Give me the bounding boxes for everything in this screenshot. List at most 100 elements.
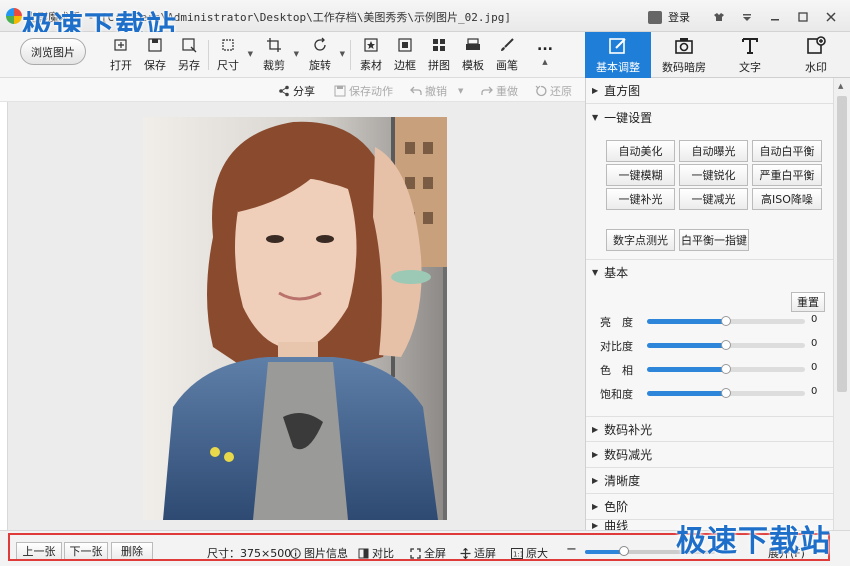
section-title: 色阶 <box>604 500 629 514</box>
slider-track[interactable] <box>647 316 805 326</box>
save-action-icon <box>334 85 346 97</box>
material-icon <box>364 38 378 52</box>
section-basic[interactable]: ▼ 基本 <box>586 259 833 285</box>
auto-exposure-button[interactable]: 自动曝光 <box>679 140 748 162</box>
close-icon[interactable] <box>820 8 842 26</box>
saturation-slider[interactable]: 饱和度 0 <box>600 386 820 401</box>
user-icon <box>648 10 662 24</box>
slider-track[interactable] <box>647 388 805 398</box>
browse-images-button[interactable]: 浏览图片 <box>20 38 86 65</box>
one-click-blur-button[interactable]: 一键模糊 <box>606 164 675 186</box>
chevron-down-icon[interactable]: ▼ <box>248 50 253 58</box>
slider-value: 0 <box>811 362 818 373</box>
tab-label: 基本调整 <box>596 60 640 74</box>
rotate-icon <box>314 37 326 51</box>
chevron-down-icon[interactable]: ▼ <box>294 50 299 58</box>
white-balance-picker-button[interactable]: 白平衡一指键 <box>679 229 749 251</box>
maximize-icon[interactable] <box>792 8 814 26</box>
open-button[interactable]: 打开 <box>104 36 138 74</box>
rotate-label: 旋转 <box>309 59 331 72</box>
scroll-up-icon[interactable]: ▲ <box>838 82 843 90</box>
rotate-button[interactable]: 旋转 ▼ <box>303 36 345 74</box>
material-button[interactable]: 素材 <box>354 36 388 74</box>
login-button[interactable]: 登录 <box>648 9 690 25</box>
restore-button[interactable]: 还原 <box>535 83 572 99</box>
slider-handle[interactable] <box>721 388 731 398</box>
save-icon <box>148 38 162 52</box>
save-action-button[interactable]: 保存动作 <box>334 83 393 99</box>
slider-label: 对比度 <box>600 340 633 353</box>
section-histogram[interactable]: ▶ 直方图 <box>586 78 833 104</box>
tab-label: 水印 <box>805 60 827 74</box>
section-title: 基本 <box>604 266 629 280</box>
redo-icon <box>481 86 493 95</box>
chevron-right-icon: ▶ <box>592 502 599 511</box>
border-label: 边框 <box>394 59 416 72</box>
panel-scrollbar[interactable]: ▲ <box>833 78 850 530</box>
reduce-light-button[interactable]: 一键减光 <box>679 188 748 210</box>
open-icon <box>114 39 127 51</box>
app-logo-icon <box>6 8 22 24</box>
high-iso-denoise-button[interactable]: 高ISO降噪 <box>752 188 822 210</box>
chevron-down-icon: ▼ <box>592 112 599 122</box>
fill-light-button[interactable]: 一键补光 <box>606 188 675 210</box>
slider-track[interactable] <box>647 364 805 374</box>
share-label: 分享 <box>293 85 315 98</box>
brightness-slider[interactable]: 亮 度 0 <box>600 314 820 329</box>
tab-text[interactable]: 文字 <box>717 32 783 78</box>
brush-label: 画笔 <box>496 59 518 72</box>
border-button[interactable]: 边框 <box>388 36 422 74</box>
watermark-icon <box>807 35 826 54</box>
contrast-slider[interactable]: 对比度 0 <box>600 338 820 353</box>
minimize-icon[interactable] <box>764 8 786 26</box>
tab-darkroom[interactable]: 数码暗房 <box>651 32 717 78</box>
main-toolbar: 浏览图片 打开 保存 另存 尺寸 ▼ 裁剪 ▼ 旋转 ▼ 素材 边框 拼图 模板… <box>0 32 585 78</box>
save-as-icon <box>182 38 197 53</box>
scrollbar-thumb[interactable] <box>837 96 847 392</box>
slider-track[interactable] <box>647 340 805 350</box>
auto-white-balance-button[interactable]: 自动白平衡 <box>752 140 822 162</box>
tab-basic-adjust[interactable]: 基本调整 <box>585 32 651 78</box>
chevron-right-icon: ▶ <box>592 450 599 459</box>
size-button[interactable]: 尺寸 ▼ <box>211 36 253 74</box>
undo-button[interactable]: 撤销 ▼ <box>410 83 463 99</box>
chevron-down-icon[interactable]: ▼ <box>340 50 345 58</box>
slider-handle[interactable] <box>721 364 731 374</box>
crop-button[interactable]: 裁剪 ▼ <box>257 36 299 74</box>
tab-watermark[interactable]: 水印 <box>783 32 849 78</box>
restore-icon <box>535 85 547 97</box>
one-click-sharpen-button[interactable]: 一键锐化 <box>679 164 748 186</box>
more-button[interactable]: ... ▲ <box>528 36 562 74</box>
redo-button[interactable]: 重做 <box>481 83 518 99</box>
section-one-click[interactable]: ▼ 一键设置 <box>586 104 833 130</box>
reset-button[interactable]: 重置 <box>791 292 825 312</box>
digital-spot-metering-button[interactable]: 数字点测光 <box>606 229 675 251</box>
slider-handle[interactable] <box>721 316 731 326</box>
template-button[interactable]: 模板 <box>456 36 490 74</box>
toolbar-divider <box>208 40 209 70</box>
brush-button[interactable]: 画笔 <box>490 36 524 74</box>
photo-preview <box>143 117 447 520</box>
share-button[interactable]: 分享 <box>278 83 315 99</box>
chevron-down-icon[interactable]: ▼ <box>458 87 463 95</box>
chevron-right-icon: ▶ <box>592 476 599 485</box>
open-label: 打开 <box>110 59 132 72</box>
collage-button[interactable]: 拼图 <box>422 36 456 74</box>
save-as-button[interactable]: 另存 <box>172 36 206 74</box>
section-reduce-light[interactable]: ▶ 数码减光 <box>586 442 833 468</box>
watermark-logo: 极速下载站 <box>676 524 831 559</box>
section-fill-light[interactable]: ▶ 数码补光 <box>586 416 833 442</box>
skin-icon[interactable] <box>708 8 730 26</box>
save-button[interactable]: 保存 <box>138 36 172 74</box>
border-icon <box>398 38 412 52</box>
undo-label: 撤销 <box>425 85 447 98</box>
severe-white-balance-button[interactable]: 严重白平衡 <box>752 164 822 186</box>
hue-slider[interactable]: 色 相 0 <box>600 362 820 377</box>
template-label: 模板 <box>462 59 484 72</box>
auto-beautify-button[interactable]: 自动美化 <box>606 140 675 162</box>
menu-icon[interactable] <box>736 8 758 26</box>
section-title: 数码减光 <box>604 448 653 462</box>
section-clarity[interactable]: ▶ 清晰度 <box>586 468 833 494</box>
slider-handle[interactable] <box>721 340 731 350</box>
crop-label: 裁剪 <box>263 59 285 72</box>
